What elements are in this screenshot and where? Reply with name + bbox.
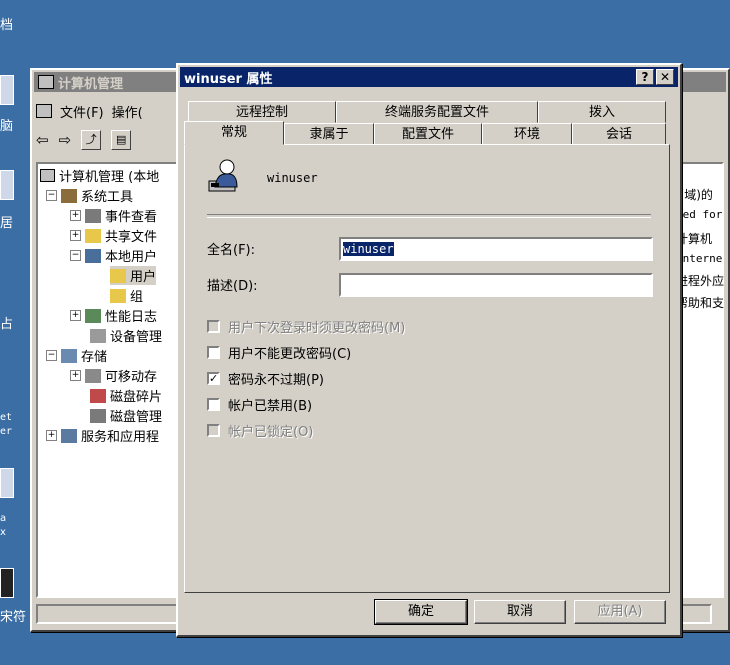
- my-computer-icon[interactable]: [0, 75, 14, 105]
- show-tree-icon[interactable]: ▤: [111, 130, 132, 150]
- tab-sessions[interactable]: 会话: [572, 123, 666, 145]
- properties-dialog: winuser 属性 ? ✕ 远程控制 终端服务配置文件 拨入 常规 隶属于 配…: [176, 63, 682, 637]
- checkbox-account-locked[interactable]: 帐户已锁定(O): [207, 421, 313, 440]
- tree-item-device-manager[interactable]: 设备管理: [90, 326, 162, 345]
- shortcut-icon[interactable]: [0, 568, 14, 598]
- tree-item-disk-management[interactable]: 磁盘管理: [90, 406, 162, 425]
- desktop-label: x: [0, 527, 6, 538]
- storage-icon: [61, 348, 77, 363]
- dialog-titlebar[interactable]: winuser 属性: [180, 67, 678, 87]
- mmc-toolbar: ⇦ ⇨ ⤴ ▤: [36, 128, 132, 152]
- list-text: 帮助和支: [676, 296, 725, 310]
- ok-button[interactable]: 确定: [374, 599, 468, 625]
- desktop-label: 档: [0, 18, 14, 33]
- description-label: 描述(D):: [207, 279, 258, 294]
- tree-item-removable-storage[interactable]: + 可移动存: [70, 366, 157, 385]
- checkbox-box[interactable]: ✓: [207, 372, 220, 385]
- tree-item-perf-logs[interactable]: + 性能日志: [70, 306, 157, 325]
- tree-item-users[interactable]: 用户: [110, 266, 157, 285]
- computer-icon: [38, 75, 54, 89]
- separator: [207, 214, 651, 218]
- disk-icon: [90, 408, 106, 423]
- folder-icon: [110, 288, 126, 303]
- close-button[interactable]: ✕: [656, 69, 674, 85]
- tab-page-general: winuser 全名(F): winuser 描述(D): 用户下次登录时须更改…: [184, 144, 670, 593]
- checkbox-cannot-change-password[interactable]: 用户不能更改密码(C): [207, 343, 351, 362]
- computer-icon: [40, 169, 55, 182]
- shared-folder-icon: [85, 228, 101, 243]
- tree-item-shared-folders[interactable]: + 共享文件: [70, 226, 157, 245]
- help-button[interactable]: ?: [636, 69, 654, 85]
- tree-item-groups[interactable]: 组: [110, 286, 143, 305]
- removable-storage-icon: [85, 368, 101, 383]
- desktop-label: et: [0, 412, 13, 423]
- tree-item-root[interactable]: 计算机管理 (本地: [40, 166, 159, 185]
- status-bar: [36, 604, 186, 624]
- fullname-label: 全名(F):: [207, 243, 256, 258]
- device-manager-icon: [90, 328, 106, 343]
- checkbox-box[interactable]: [207, 398, 220, 411]
- forward-arrow-icon[interactable]: ⇨: [59, 131, 72, 149]
- dialog-title: winuser 属性: [184, 71, 273, 87]
- defrag-icon: [90, 388, 106, 403]
- tree-pane[interactable]: 计算机管理 (本地 − 系统工具 + 事件查看 + 共享文件 − 本地用户 用户 组 +…: [36, 162, 186, 598]
- checkbox-account-disabled[interactable]: 帐户已禁用(B): [207, 395, 312, 414]
- tree-item-local-users[interactable]: − 本地用户: [70, 246, 157, 265]
- checkbox-must-change-password[interactable]: 用户下次登录时须更改密码(M): [207, 317, 405, 336]
- checkbox-box[interactable]: [207, 346, 220, 359]
- fullname-field[interactable]: winuser: [339, 237, 653, 261]
- network-icon[interactable]: [0, 170, 14, 200]
- fullname-value: winuser: [343, 242, 394, 256]
- perf-icon: [85, 308, 101, 323]
- desktop-label: er: [0, 426, 13, 437]
- tree-item-services-apps[interactable]: + 服务和应用程: [46, 426, 159, 445]
- folder-icon: [110, 268, 126, 283]
- tree-item-event-viewer[interactable]: + 事件查看: [70, 206, 157, 225]
- user-icon: [207, 157, 241, 193]
- username-label: winuser: [267, 171, 318, 185]
- event-viewer-icon: [85, 208, 101, 223]
- services-icon: [61, 428, 77, 443]
- menu-file[interactable]: 文件(F): [60, 102, 104, 121]
- console-icon[interactable]: [36, 104, 52, 118]
- tools-icon: [61, 188, 77, 203]
- tab-environment[interactable]: 环境: [482, 123, 572, 145]
- back-arrow-icon[interactable]: ⇦: [36, 131, 49, 149]
- up-folder-icon[interactable]: ⤴: [81, 130, 102, 150]
- list-text: 进程外应: [676, 274, 725, 288]
- checkbox-password-never-expires[interactable]: ✓ 密码永不过期(P): [207, 369, 324, 388]
- desktop-label: a: [0, 513, 7, 524]
- tab-profile[interactable]: 配置文件: [374, 123, 482, 145]
- desktop-label: 占: [0, 317, 14, 332]
- desktop-label: 脑: [0, 119, 14, 134]
- list-text: Interne: [676, 252, 723, 265]
- tab-general[interactable]: 常规: [184, 121, 284, 145]
- description-field[interactable]: [339, 273, 653, 297]
- menu-action[interactable]: 操作(: [112, 102, 143, 121]
- shortcut-icon[interactable]: [0, 468, 14, 498]
- users-icon: [85, 248, 101, 263]
- desktop-label: 宋符: [0, 610, 27, 625]
- tab-dial-in[interactable]: 拨入: [538, 101, 666, 123]
- list-text: sed for: [676, 208, 723, 221]
- tree-item-defrag[interactable]: 磁盘碎片: [90, 386, 162, 405]
- tab-terminal-services[interactable]: 终端服务配置文件: [336, 101, 538, 123]
- checkbox-box[interactable]: [207, 320, 220, 333]
- tab-remote-control[interactable]: 远程控制: [188, 101, 336, 123]
- apply-button[interactable]: 应用(A): [574, 600, 666, 624]
- mmc-title: 计算机管理: [58, 76, 124, 92]
- checkbox-box[interactable]: [207, 424, 220, 437]
- tab-member-of[interactable]: 隶属于: [284, 123, 374, 145]
- tree-item-storage[interactable]: − 存储: [46, 346, 107, 365]
- desktop-label: 居: [0, 216, 14, 231]
- cancel-button[interactable]: 取消: [474, 600, 566, 624]
- mmc-menubar: 文件(F) 操作(: [36, 100, 143, 122]
- tree-item-system-tools[interactable]: − 系统工具: [46, 186, 133, 205]
